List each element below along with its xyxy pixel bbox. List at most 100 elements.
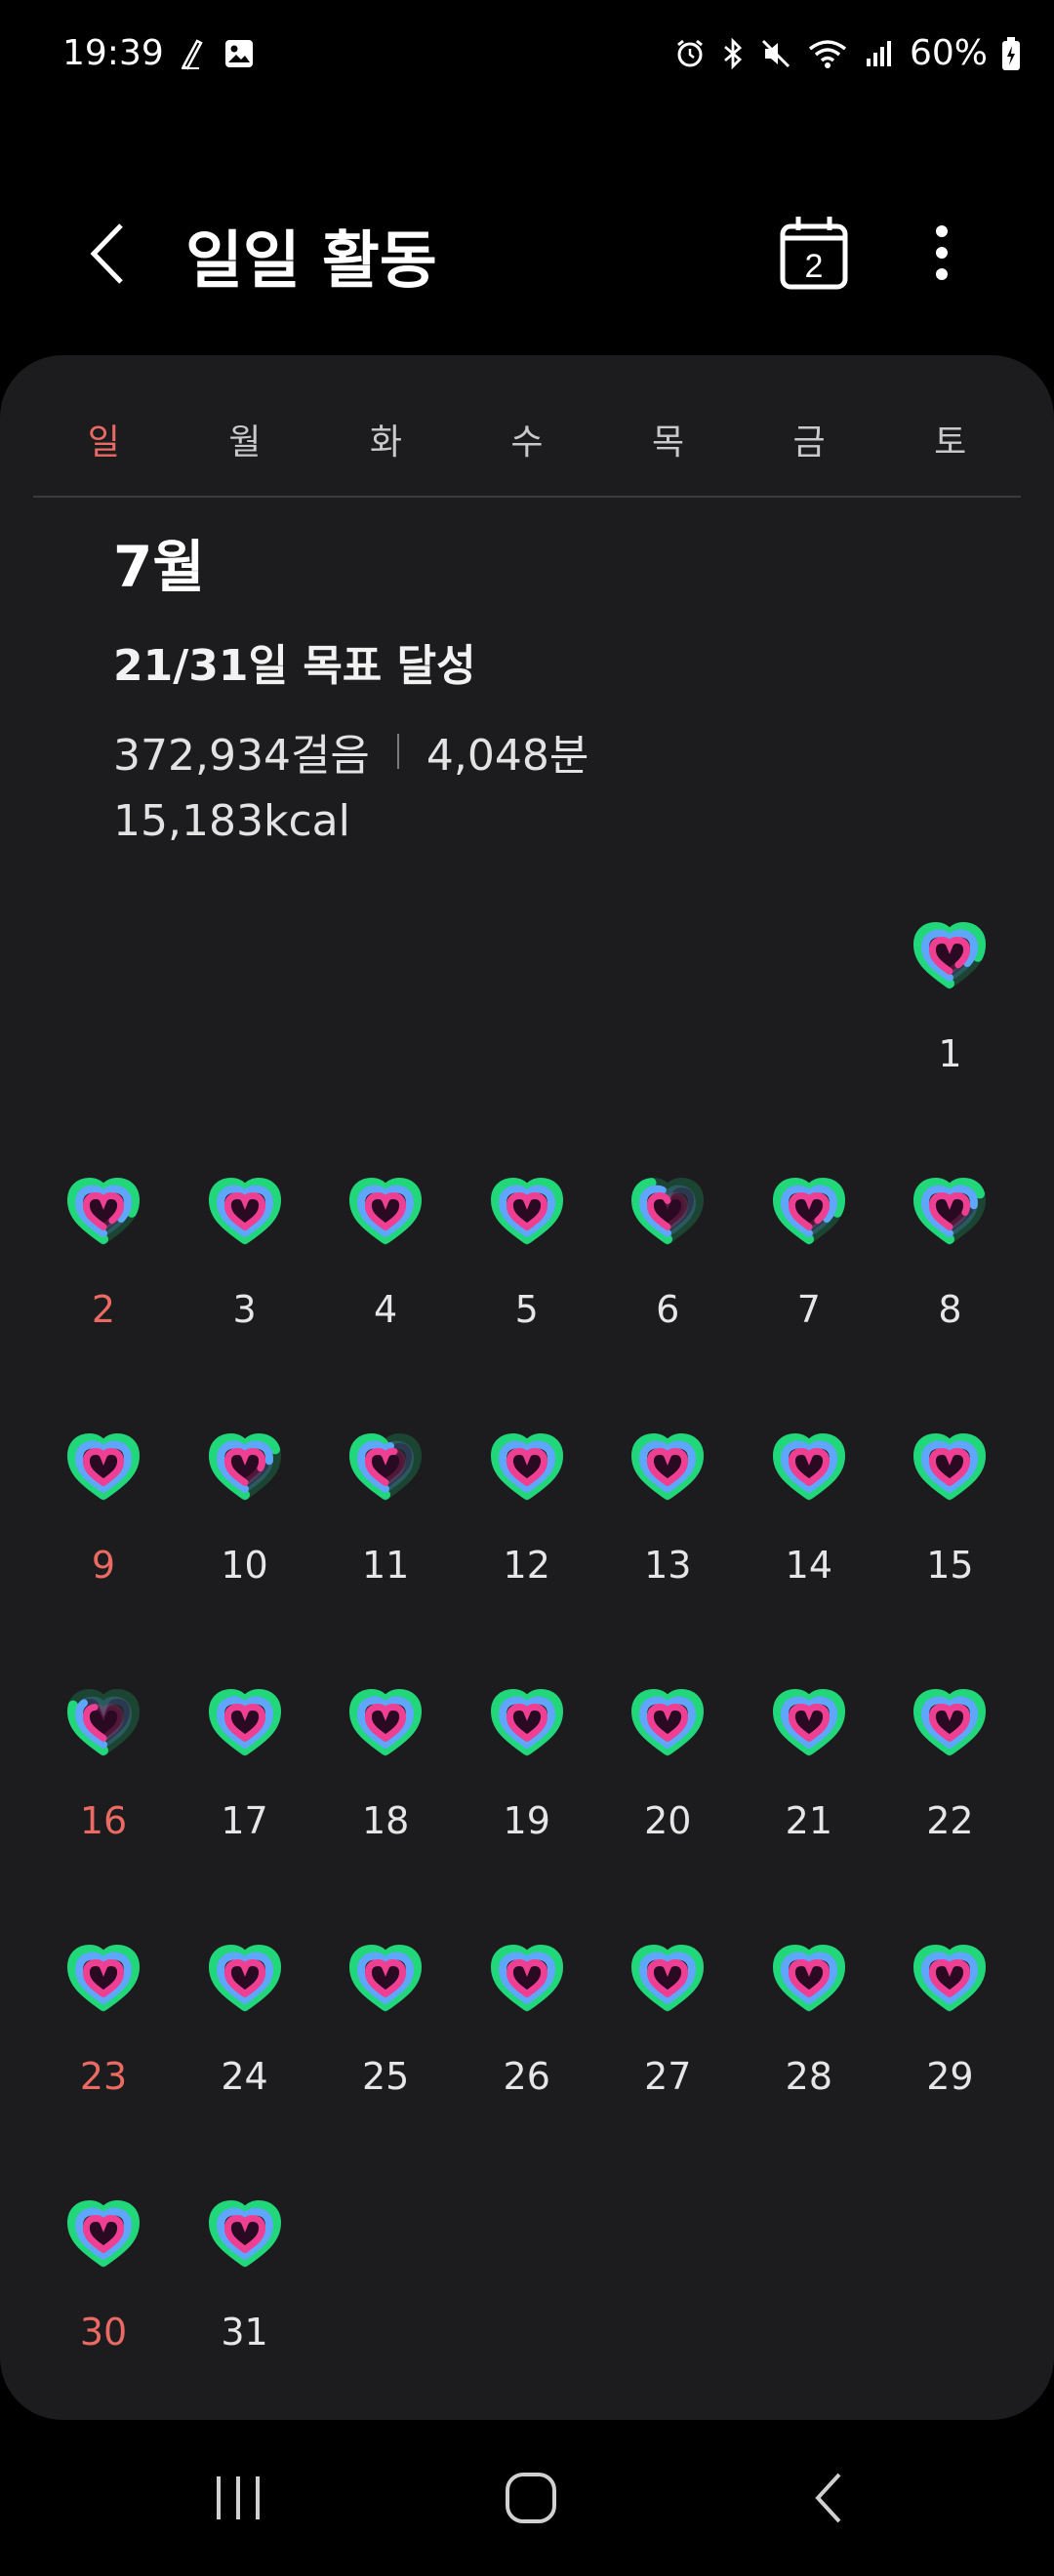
more-options-button[interactable] [908,209,976,297]
weekday-fri: 금 [792,423,826,463]
calendar-button[interactable]: 2 [771,209,859,297]
calendar-day[interactable]: 8 [879,1173,1020,1368]
calendar-card: 일 월 화 수 목 금 토 7월 21/31일 목표 달성 372,934걸음 … [0,355,1054,2420]
calendar-day[interactable]: 2 [33,1173,174,1368]
calendar-day-number: 13 [644,1544,692,1587]
calendar-day[interactable]: 11 [315,1429,456,1624]
calendar-day[interactable]: 28 [739,1940,879,2135]
status-time: 19:39 [62,33,164,73]
activity-heart-icon [631,1688,705,1757]
calendar-day-number: 17 [221,1799,268,1842]
calendar-day-number: 31 [221,2311,268,2354]
weekday-tue: 화 [369,423,402,463]
calendar-day[interactable]: 12 [457,1429,597,1624]
calendar-day-number: 28 [785,2055,833,2098]
activity-heart-icon [631,1432,705,1502]
activity-heart-icon [772,1432,845,1502]
weekday-thu: 목 [651,423,685,463]
calendar-day-number: 15 [926,1544,974,1587]
activity-heart-icon [208,1432,281,1502]
calendar-day[interactable]: 21 [739,1684,879,1879]
calendar-day[interactable]: 13 [597,1429,738,1624]
calendar-day[interactable]: 22 [879,1684,1020,1879]
calendar-day[interactable]: 7 [739,1173,879,1368]
calendar-day[interactable]: 14 [739,1429,879,1624]
activity-heart-icon [349,1944,423,2013]
app-header: 일일 활동 2 [0,195,1054,312]
calendar-icon: 2 [780,217,848,290]
calendar-icon-day: 2 [805,248,824,285]
calendar-day[interactable]: 29 [879,1940,1020,2135]
activity-heart-icon [490,1432,563,1502]
month-title: 7월 [113,534,205,600]
activity-heart-icon [913,1688,987,1757]
home-button[interactable] [472,2459,589,2537]
calendar-day[interactable]: 25 [315,1940,456,2135]
activity-heart-icon [208,1688,281,1757]
activity-heart-icon [208,2199,281,2269]
calendar-day-number: 12 [503,1544,550,1587]
calendar-day-number: 4 [374,1288,398,1331]
calendar-day-number: 30 [79,2311,128,2354]
calendar-day-number: 5 [514,1288,539,1331]
image-icon [225,40,253,67]
battery-icon [1002,36,1020,70]
calendar-day-number: 8 [938,1288,962,1331]
page-title: 일일 활동 [185,225,437,298]
calendar-day[interactable]: 16 [33,1684,174,1879]
calendar-day-number: 23 [79,2055,128,2098]
calendar-day[interactable]: 5 [457,1173,597,1368]
activity-heart-icon [913,1432,987,1502]
stat-separator [396,734,399,769]
wifi-icon [808,39,847,68]
calendar-day-number: 3 [232,1288,257,1331]
calendar-day[interactable]: 24 [175,1940,315,2135]
calendar-day[interactable]: 18 [315,1684,456,1879]
activity-heart-icon [349,1432,423,1502]
calendar-day-number: 21 [785,1799,833,1842]
calendar-day[interactable]: 20 [597,1684,738,1879]
calendar-day-number: 24 [221,2055,268,2098]
calendar-day[interactable]: 4 [315,1173,456,1368]
activity-heart-icon [631,1944,705,2013]
activity-heart-icon [490,1944,563,2013]
calendar-day[interactable]: 30 [33,2195,174,2391]
mute-icon [761,39,790,67]
calendar-day[interactable]: 6 [597,1173,738,1368]
calendar-day[interactable]: 19 [457,1684,597,1879]
calendar-day[interactable]: 26 [457,1940,597,2135]
more-vertical-icon [936,225,948,280]
calendar-day[interactable]: 31 [175,2195,315,2391]
activity-heart-icon [349,1688,423,1757]
pen-icon [182,39,203,70]
back-button[interactable] [68,215,146,293]
weekday-mon: 월 [228,423,262,463]
weekday-sun: 일 [87,423,120,463]
home-icon [506,2473,556,2523]
activity-heart-icon [913,1177,987,1246]
calendar-day[interactable]: 9 [33,1429,174,1624]
calendar-day-number: 26 [503,2055,550,2098]
recent-apps-button[interactable] [180,2459,297,2537]
activity-heart-icon [490,1177,563,1246]
activity-heart-icon [913,921,987,990]
navigation-bar [0,2420,1054,2576]
calendar-day-number: 10 [221,1544,268,1587]
calendar-day[interactable]: 23 [33,1940,174,2135]
calendar-day[interactable]: 15 [879,1429,1020,1624]
calendar-day[interactable]: 17 [175,1684,315,1879]
divider [33,496,1021,498]
activity-heart-icon [772,1944,845,2013]
nav-back-button[interactable] [769,2459,886,2537]
calendar-day[interactable]: 3 [175,1173,315,1368]
calendar-day-number: 6 [656,1288,680,1331]
calendar-day-number: 14 [785,1544,833,1587]
activity-heart-icon [772,1688,845,1757]
calendar-day[interactable]: 1 [879,917,1020,1112]
activity-heart-icon [490,1688,563,1757]
calendar-day[interactable]: 27 [597,1940,738,2135]
calendar-day[interactable]: 10 [175,1429,315,1624]
bluetooth-icon [724,37,743,69]
calendar-day-number: 2 [91,1288,116,1331]
battery-percent: 60% [909,33,988,73]
